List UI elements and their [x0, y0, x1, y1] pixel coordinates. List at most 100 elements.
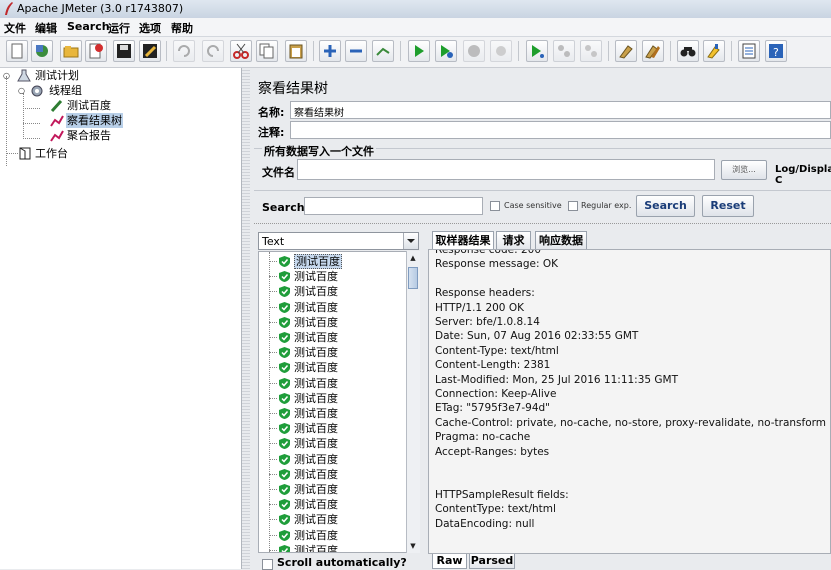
- shutdown-icon[interactable]: [490, 40, 512, 62]
- tab-raw[interactable]: Raw: [432, 554, 467, 569]
- name-field[interactable]: 察看结果树: [290, 101, 831, 119]
- start-no-pause-icon[interactable]: [435, 40, 457, 62]
- sampler-pipette-icon: [50, 99, 63, 112]
- reset-button[interactable]: Reset: [702, 195, 754, 217]
- paste-icon[interactable]: [285, 40, 307, 62]
- success-shield-icon: [279, 499, 290, 511]
- result-line: Server: bfe/1.0.8.14: [435, 316, 540, 328]
- expand-icon[interactable]: [319, 40, 341, 62]
- search-input[interactable]: [304, 197, 483, 215]
- svg-text:?: ?: [773, 46, 779, 59]
- menu-bar: 文件 编辑 Search 运行 选项 帮助: [0, 18, 831, 37]
- copy-icon[interactable]: [256, 40, 278, 62]
- clear-all-icon[interactable]: [642, 40, 664, 62]
- scroll-up-icon[interactable]: ▲: [408, 252, 418, 264]
- redo-icon[interactable]: [202, 40, 224, 62]
- menu-help[interactable]: 帮助: [171, 20, 193, 36]
- result-line: Date: Sun, 07 Aug 2016 02:33:55 GMT: [435, 330, 639, 343]
- view-results-tree-panel: 察看结果树 名称: 察看结果树 注释: 所有数据写入一个文件 文件名 浏览...…: [250, 68, 831, 570]
- menu-edit[interactable]: 编辑: [35, 20, 57, 36]
- list-item-label: 测试百度: [294, 407, 338, 420]
- tab-response-data[interactable]: 响应数据: [535, 231, 587, 249]
- comment-field[interactable]: [290, 121, 831, 139]
- log-display-label: Log/Display C: [775, 164, 831, 186]
- workbench-icon: [19, 147, 31, 160]
- new-icon[interactable]: [6, 40, 28, 62]
- search-icon[interactable]: [677, 40, 699, 62]
- list-item-label: 测试百度: [294, 437, 338, 451]
- tab-sampler-result[interactable]: 取样器结果: [432, 231, 494, 249]
- renderer-select[interactable]: Text: [258, 232, 419, 250]
- list-item-label: 测试百度: [294, 270, 338, 284]
- tab-request[interactable]: 请求: [496, 231, 531, 249]
- save-icon[interactable]: [113, 40, 135, 62]
- toolbar: ?: [0, 37, 831, 68]
- undo-icon[interactable]: [173, 40, 195, 62]
- list-item-label: 测试百度: [294, 331, 338, 344]
- success-shield-icon: [279, 423, 290, 435]
- remote-shutdown-icon[interactable]: [580, 40, 602, 62]
- success-shield-icon: [279, 529, 290, 541]
- result-line: Connection: Keep-Alive: [435, 388, 557, 400]
- tree-toggle-icon[interactable]: ○: [3, 68, 10, 83]
- list-item-label: 测试百度: [294, 300, 338, 314]
- case-sensitive-checkbox[interactable]: [490, 201, 500, 211]
- save-as-icon[interactable]: [139, 40, 161, 62]
- chevron-down-icon[interactable]: [403, 233, 418, 249]
- menu-file[interactable]: 文件: [4, 20, 26, 36]
- search-button[interactable]: Search: [636, 195, 695, 217]
- browse-button[interactable]: 浏览...: [721, 160, 767, 180]
- scroll-down-icon[interactable]: ▼: [408, 540, 418, 552]
- tree-label-sampler: 测试百度: [67, 99, 111, 112]
- function-helper-icon[interactable]: [738, 40, 760, 62]
- list-item-label: 测试百度: [294, 452, 338, 466]
- sample-results-list: 测试百度 测试百度 测试百度 测试百度 测试百度 测试百度 测试百度 测试百度 测试百度 测试百度…: [258, 251, 419, 553]
- result-line: Response headers:: [435, 287, 535, 300]
- split-pane-divider[interactable]: [242, 68, 250, 569]
- success-shield-icon: [279, 332, 290, 343]
- list-item-label: 测试百度: [294, 483, 338, 496]
- list-item-label: 测试百度: [294, 346, 338, 360]
- close-icon[interactable]: [85, 40, 107, 62]
- regex-checkbox[interactable]: [568, 201, 578, 211]
- tab-parsed[interactable]: Parsed: [469, 554, 515, 569]
- success-shield-icon: [279, 301, 290, 313]
- listener-chart-icon: [50, 130, 64, 142]
- success-shield-icon: [279, 286, 290, 298]
- remote-start-icon[interactable]: [526, 40, 548, 62]
- help-icon[interactable]: ?: [765, 40, 787, 62]
- write-all-data-section-title: 所有数据写入一个文件: [262, 143, 376, 159]
- menu-options[interactable]: 选项: [139, 20, 161, 36]
- tree-toggle-icon[interactable]: ○: [18, 83, 25, 98]
- list-item-label: 测试百度: [294, 528, 338, 542]
- filename-label: 文件名: [262, 166, 295, 179]
- scroll-thumb[interactable]: [408, 267, 418, 289]
- clear-icon[interactable]: [615, 40, 637, 62]
- open-icon[interactable]: [60, 40, 82, 62]
- list-item-label: 测试百度: [294, 467, 338, 481]
- menu-run[interactable]: 运行: [108, 20, 130, 36]
- collapse-icon[interactable]: [345, 40, 367, 62]
- start-icon[interactable]: [408, 40, 430, 62]
- tree-label-view-results-tree: 察看结果树: [66, 113, 123, 128]
- result-line: Pragma: no-cache: [435, 431, 531, 444]
- reset-search-icon[interactable]: [703, 40, 725, 62]
- templates-icon[interactable]: [31, 40, 53, 62]
- result-line: Last-Modified: Mon, 25 Jul 2016 11:11:35…: [435, 373, 679, 386]
- filename-input[interactable]: [297, 159, 715, 180]
- stop-icon[interactable]: [463, 40, 485, 62]
- tree-label-workbench: 工作台: [35, 147, 68, 160]
- test-plan-flask-icon: [17, 69, 31, 82]
- success-shield-icon: [279, 377, 290, 389]
- success-shield-icon: [279, 468, 290, 480]
- list-item-label: 测试百度: [294, 254, 342, 269]
- remote-stop-icon[interactable]: [553, 40, 575, 62]
- toggle-icon[interactable]: [372, 40, 394, 62]
- cut-icon[interactable]: [230, 40, 252, 62]
- results-list-scrollbar[interactable]: ▲ ▼: [406, 251, 420, 553]
- result-line: Content-Type: text/html: [435, 344, 559, 357]
- menu-search[interactable]: Search: [67, 20, 110, 33]
- result-line: HTTP/1.1 200 OK: [435, 301, 524, 314]
- scroll-automatically-checkbox[interactable]: [262, 559, 273, 570]
- success-shield-icon: [279, 362, 290, 374]
